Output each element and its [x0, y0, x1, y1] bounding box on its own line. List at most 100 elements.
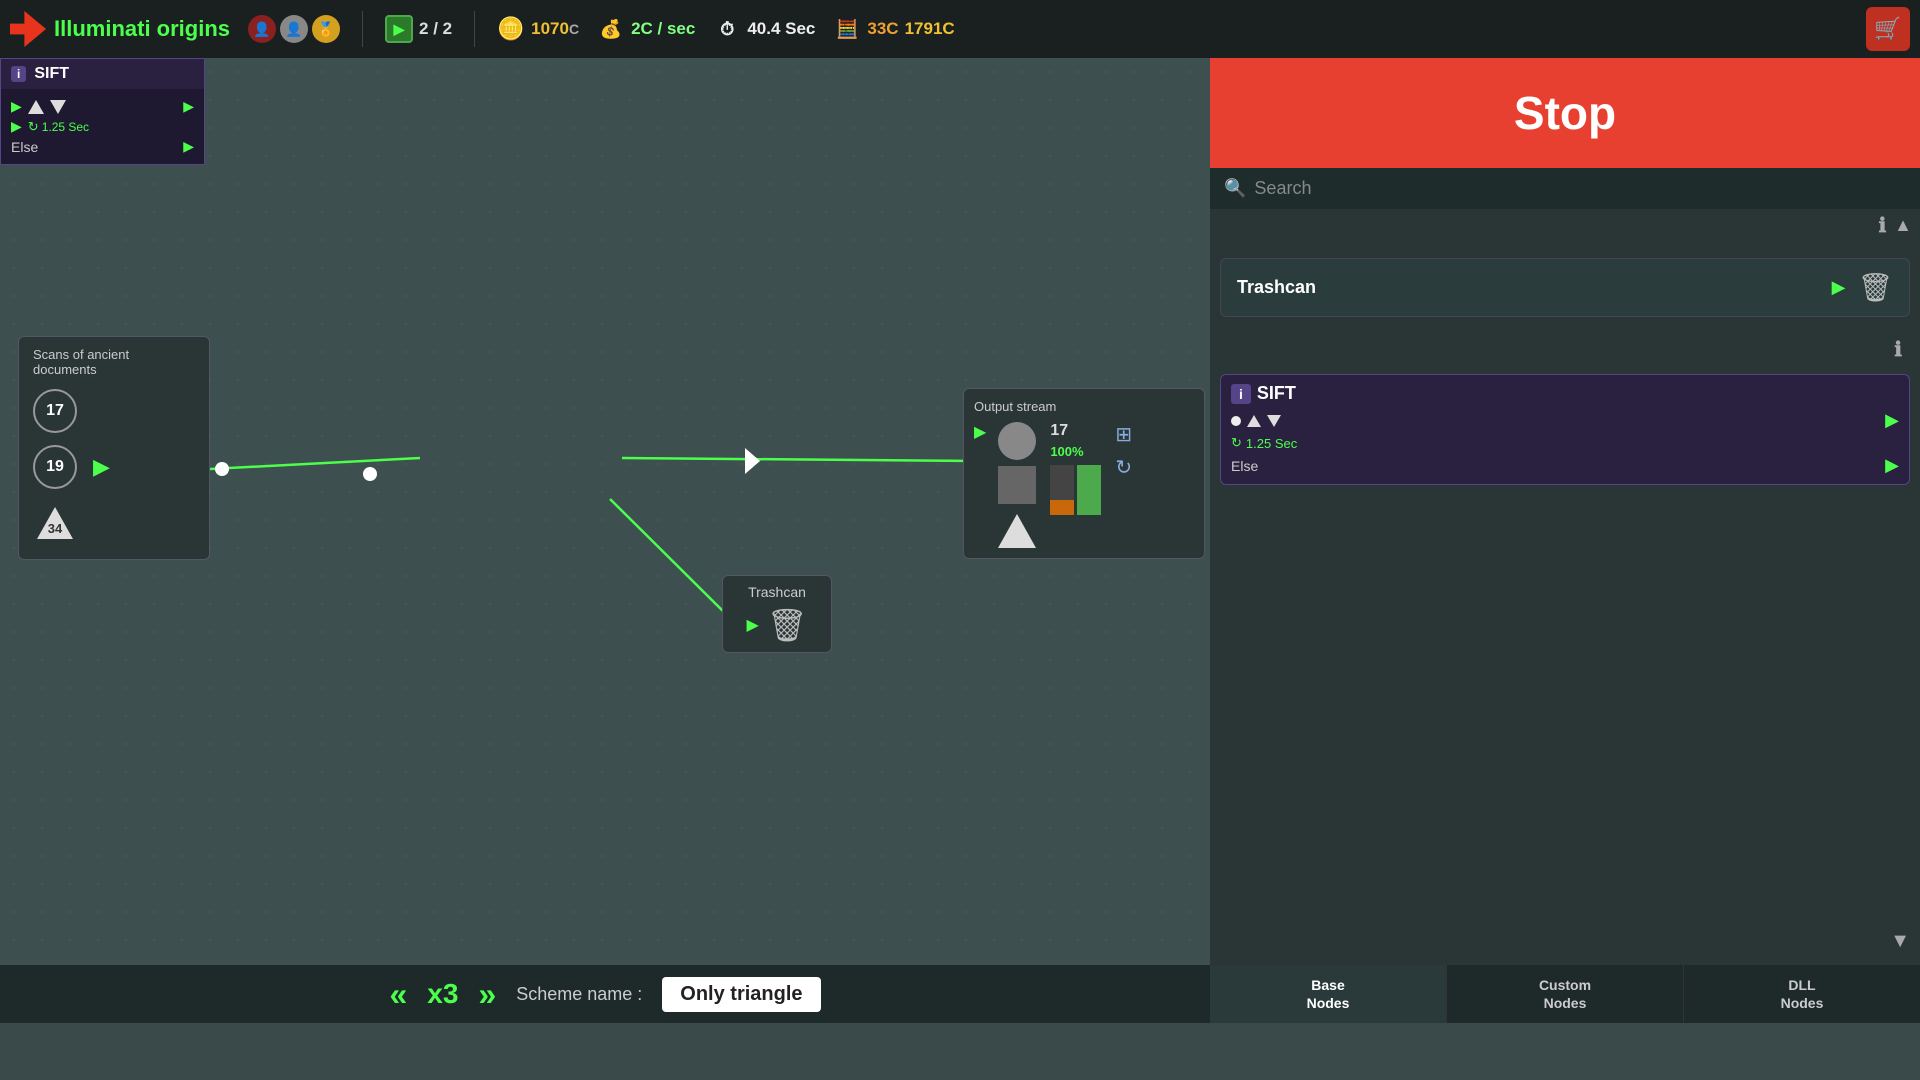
medal-gold: 🏅	[312, 15, 340, 43]
sift-panel-header: i SIFT	[1231, 383, 1899, 404]
scans-output-arrow: ▶	[93, 454, 110, 480]
info-icon-2[interactable]: ℹ	[1894, 337, 1902, 362]
output-node[interactable]: Output stream ▶ 17 100%	[963, 388, 1205, 559]
scroll-down-btn[interactable]: ▼	[1890, 930, 1910, 953]
tab-base-sub: Nodes	[1307, 995, 1350, 1011]
out-circle	[998, 422, 1036, 460]
sift-panel-else-arrow: ▶	[1885, 455, 1899, 476]
right-panel: Stop 🔍 ℹ ▲ Trashcan ▶ 🗑 ℹ i SIFT	[1210, 58, 1920, 1023]
output-input-arrow: ▶	[974, 422, 986, 442]
game-title: Illuminati origins	[54, 16, 230, 42]
sift-panel-output-arrow: ▶	[1885, 410, 1899, 431]
sift-tri-down-panel	[1267, 415, 1281, 427]
info-row: ℹ ▲	[1210, 209, 1920, 242]
coin-icon: 🪙	[497, 15, 525, 43]
tab-custom-nodes[interactable]: Custom Nodes	[1447, 965, 1684, 1023]
sift-panel-timer-value: 1.25 Sec	[1246, 436, 1297, 451]
sift-body: ▶ ▶ ▶ ↻ 1.25 Sec Else ▶	[1, 89, 204, 164]
sift-panel-i-badge: i	[1231, 384, 1251, 404]
out-tri	[998, 514, 1036, 548]
sift-node-panel[interactable]: i SIFT ▶ ↻ 1.25 Sec Else ▶	[1220, 374, 1910, 485]
sift-node-title: SIFT	[34, 65, 69, 83]
sift-panel-timer: ↻ 1.25 Sec	[1231, 435, 1899, 451]
sift-dot-1	[1231, 416, 1241, 426]
tab-dll-nodes[interactable]: DLL Nodes	[1684, 965, 1920, 1023]
coins-stat: 🪙 1070C	[497, 15, 579, 43]
tab-dll-label: DLL	[1788, 977, 1815, 993]
logo-area: Illuminati origins	[10, 11, 230, 47]
tab-base-label: Base	[1311, 977, 1344, 993]
topbar: Illuminati origins 👤 👤 🏅 ▶ 2 / 2 🪙 1070C…	[0, 0, 1920, 58]
chevron-left-btn[interactable]: «	[389, 976, 407, 1013]
medal-gray: 👤	[280, 15, 308, 43]
timer-stat: ⏱ 40.4 Sec	[713, 15, 815, 43]
search-icon: 🔍	[1224, 178, 1246, 199]
sift-panel-else-row: Else ▶	[1231, 455, 1899, 476]
calc-icon: 🧮	[833, 15, 861, 43]
tab-dll-sub: Nodes	[1781, 995, 1824, 1011]
scroll-up-btn[interactable]: ▲	[1894, 215, 1912, 236]
info-row-2: ℹ	[1220, 333, 1910, 366]
out-percent: 100%	[1050, 444, 1101, 459]
medal-red: 👤	[248, 15, 276, 43]
income-value: 2C / sec	[631, 19, 695, 39]
income-icon: 💰	[597, 15, 625, 43]
sift-panel-else-label: Else	[1231, 458, 1258, 474]
sift-timer-arrow: ▶	[11, 118, 22, 135]
output-body: ▶ 17 100%	[974, 422, 1194, 548]
sift-panel-connectors: ▶	[1231, 410, 1899, 431]
sift-panel-timer-icon: ↻	[1231, 435, 1242, 451]
info-icon[interactable]: ℹ	[1879, 213, 1887, 238]
sift-tri-up	[28, 100, 44, 114]
output-shapes	[998, 422, 1036, 548]
trashcan-card-play[interactable]: ▶	[1832, 277, 1846, 298]
item-triangle: 34	[33, 501, 77, 545]
tab-base-nodes[interactable]: Base Nodes	[1210, 965, 1447, 1023]
chevron-right-btn[interactable]: »	[478, 976, 496, 1013]
out-layers-icon: ⊞	[1115, 422, 1132, 447]
out-count: 17	[1050, 422, 1101, 440]
stage-value: 2 / 2	[419, 19, 452, 39]
scans-node[interactable]: Scans of ancient documents 17 19 34 ▶	[18, 336, 210, 560]
sift-timer-text: ↻ 1.25 Sec	[28, 119, 89, 135]
tab-custom-label: Custom	[1539, 977, 1591, 993]
sift-tri-up-panel	[1247, 415, 1261, 427]
scheme-name-box[interactable]: Only triangle	[662, 977, 820, 1012]
timer-icon: ⏱	[713, 15, 741, 43]
trashcan-card-icon: 🗑	[1857, 271, 1893, 304]
logo-icon	[10, 11, 46, 47]
scans-title: Scans of ancient documents	[33, 347, 195, 377]
sift-node-canvas[interactable]: i SIFT ▶ ▶ ▶ ↻ 1.25 Sec Else	[0, 58, 205, 165]
trashcan-node-canvas[interactable]: Trashcan ▶ 🗑	[722, 575, 832, 653]
trashcan-card[interactable]: Trashcan ▶ 🗑	[1220, 258, 1910, 317]
trashcan-canvas-row: ▶ 🗑	[733, 606, 821, 644]
stage-stat: ▶ 2 / 2	[385, 15, 452, 43]
stop-button[interactable]: Stop	[1210, 58, 1920, 168]
sift-header: i SIFT	[1, 59, 204, 89]
sift-output-arrow: ▶	[183, 98, 194, 115]
bottom-bar: « x3 » Scheme name : Only triangle	[0, 965, 1210, 1023]
trashcan-trash-icon: 🗑	[767, 606, 808, 644]
coins-value: 1070C	[531, 19, 579, 39]
panel-content: Trashcan ▶ 🗑 ℹ i SIFT ▶ ↻	[1210, 242, 1920, 1023]
trashcan-card-title: Trashcan	[1237, 277, 1820, 298]
out-refresh-icon: ↻	[1115, 455, 1132, 480]
sep2	[474, 11, 475, 47]
stage-icon: ▶	[385, 15, 413, 43]
out-square	[998, 466, 1036, 504]
medals: 👤 👤 🏅	[248, 15, 340, 43]
sift-timer-row: ▶ ↻ 1.25 Sec	[11, 118, 194, 135]
sift-i-badge: i	[11, 66, 26, 82]
calc-value: 33C	[867, 19, 898, 39]
output-title: Output stream	[974, 399, 1194, 414]
cart-button[interactable]: 🛒	[1866, 7, 1910, 51]
topbar-right: 🛒	[1866, 7, 1910, 51]
item-17: 17	[33, 389, 77, 433]
tab-custom-sub: Nodes	[1544, 995, 1587, 1011]
sift-input-arrow: ▶	[11, 98, 22, 115]
search-input[interactable]	[1254, 178, 1906, 199]
sift-panel-title: SIFT	[1257, 383, 1899, 404]
sift-else-arrow: ▶	[183, 138, 194, 155]
multiplier-value: x3	[427, 978, 458, 1010]
sep1	[362, 11, 363, 47]
